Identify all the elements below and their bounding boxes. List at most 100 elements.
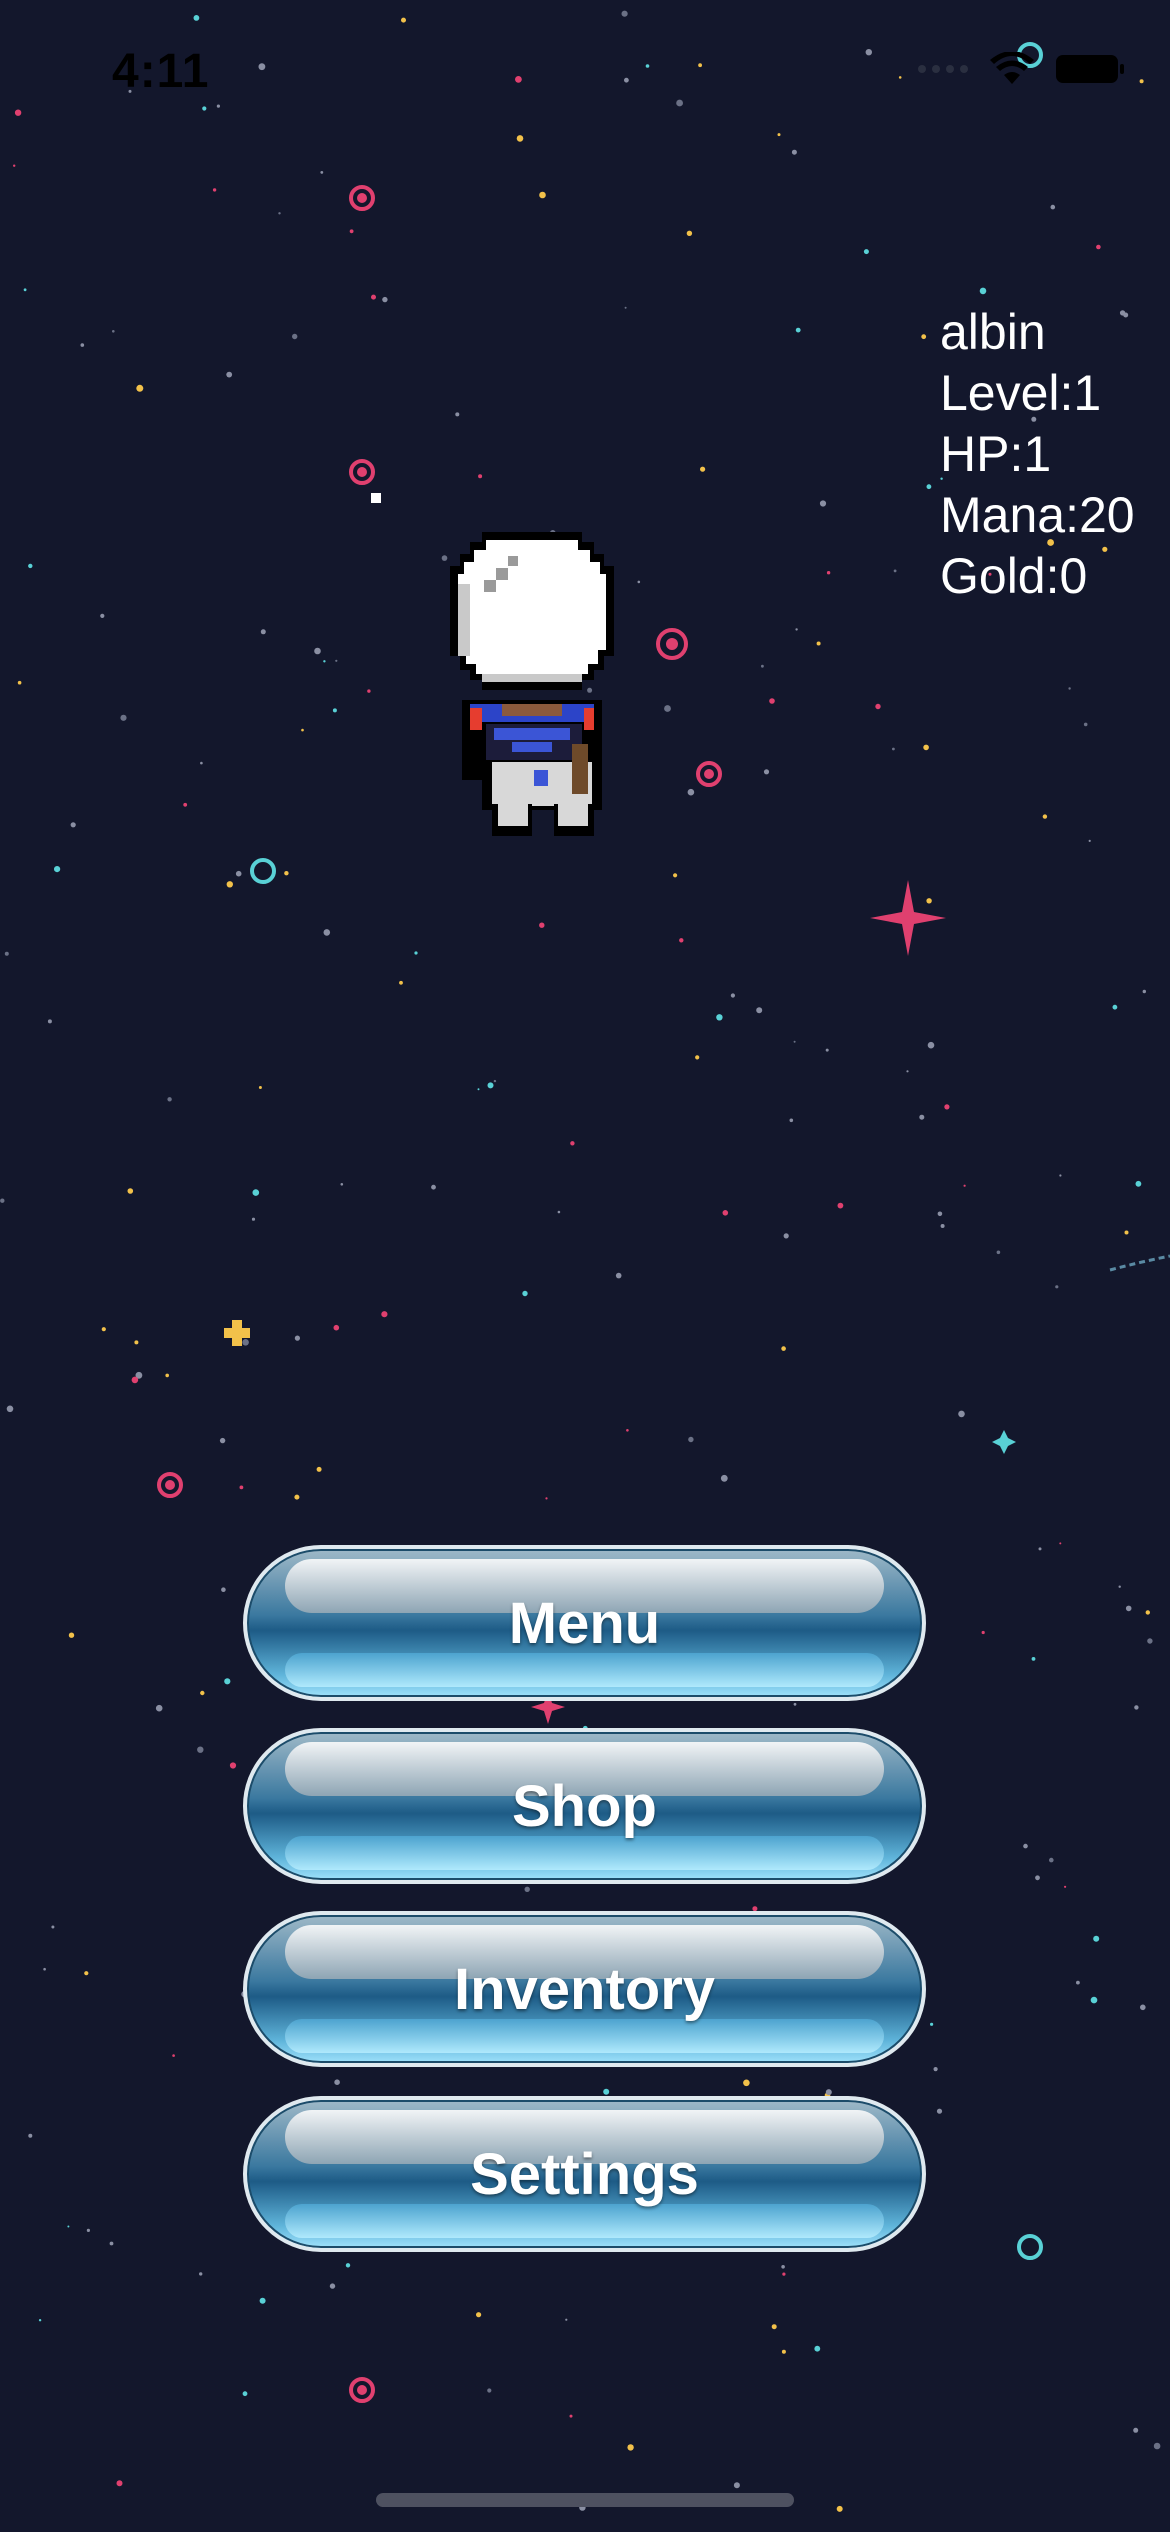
star-dot (43, 1967, 46, 1971)
star-dot (795, 628, 798, 631)
star-dot (645, 64, 650, 68)
star-dot (4, 951, 9, 956)
star-dot (1076, 1980, 1080, 1985)
star-dot (172, 2054, 175, 2057)
star-dot (963, 1184, 966, 1187)
star-dot (865, 49, 872, 56)
star-dot (252, 1189, 260, 1196)
star-dot (242, 1339, 249, 1346)
star-dot (301, 728, 304, 732)
star-dot (1090, 1996, 1098, 2004)
star-dot (239, 1485, 244, 1490)
shop-button[interactable]: Shop (243, 1728, 926, 1884)
star-dot (722, 1210, 729, 1216)
star-dot (284, 871, 289, 876)
star-dot (1147, 1638, 1153, 1644)
star-dot (771, 2324, 777, 2330)
star-dot (200, 1690, 205, 1696)
star-dot (539, 191, 546, 199)
star-dot (756, 1007, 763, 1014)
star-dot (688, 1436, 694, 1443)
star-dot (923, 744, 929, 751)
star-dot (229, 1762, 237, 1769)
star-dot (109, 2241, 114, 2246)
star-dot (1055, 1285, 1059, 1289)
player-hp: HP:1 (940, 426, 1052, 482)
star-dot (921, 334, 927, 340)
astronaut-sprite (450, 532, 614, 836)
player-level: Level:1 (940, 365, 1102, 421)
settings-button[interactable]: Settings (243, 2096, 926, 2252)
star-dot (332, 708, 337, 713)
settings-button-label: Settings (470, 2141, 699, 2207)
star-dot (116, 2480, 123, 2487)
star-dot (1096, 244, 1101, 250)
star-dot (334, 2079, 340, 2085)
star-dot (68, 1632, 75, 1638)
star-dot (414, 951, 418, 955)
star-dot (926, 898, 932, 904)
inventory-button-label: Inventory (453, 1956, 716, 2022)
star-dot (155, 1704, 163, 1712)
star-dot (781, 2265, 785, 2269)
star-dot (17, 680, 22, 685)
star-dot (67, 2225, 70, 2228)
star-dot (54, 866, 61, 873)
star-dot (13, 164, 16, 167)
star-dot (431, 1184, 436, 1190)
star-dot (603, 2088, 610, 2095)
star-dot (260, 629, 266, 635)
star-dot (1133, 2427, 1139, 2433)
star-dot (944, 1104, 950, 1110)
star-dot (101, 1327, 106, 1332)
star-dot (477, 1088, 480, 1091)
star-dot (259, 2297, 266, 2304)
star-dot (673, 873, 678, 878)
star-dot (120, 714, 127, 721)
star-dot (86, 2228, 90, 2232)
star-dot (906, 1070, 909, 1073)
shop-button-label: Shop (512, 1773, 657, 1839)
star-dot (401, 17, 406, 23)
star-dot (1050, 204, 1056, 210)
inventory-button[interactable]: Inventory (243, 1911, 926, 2067)
star-dot (730, 993, 736, 998)
star-dot (23, 288, 27, 292)
star-dot (335, 659, 338, 662)
star-dot (700, 466, 706, 472)
star-dot (487, 2388, 492, 2393)
star-dot (323, 929, 331, 936)
star-dot (199, 2272, 203, 2276)
star-dot (131, 1376, 139, 1384)
star-dot (557, 1210, 561, 1214)
star-dot (933, 2067, 938, 2072)
star-dot (816, 641, 821, 646)
star-dot (84, 1971, 89, 1976)
star-dot (1038, 1547, 1042, 1551)
star-dot (399, 980, 403, 985)
star-dot (627, 2444, 634, 2451)
star-dot (1142, 989, 1147, 994)
star-dot (1118, 1585, 1121, 1588)
star-dot (251, 1217, 256, 1221)
star-dot (919, 1114, 925, 1120)
star-dot (781, 2349, 786, 2354)
star-dot (1139, 79, 1144, 84)
star-dot (367, 689, 371, 693)
star-dot (626, 1429, 629, 1432)
star-dot (1059, 1542, 1062, 1545)
menu-button[interactable]: Menu (243, 1545, 926, 1701)
star-dot (1068, 687, 1071, 690)
star-dot (226, 881, 233, 888)
star-dot (221, 1587, 226, 1592)
star-dot (200, 761, 203, 765)
star-dot (1049, 1857, 1054, 1863)
star-dot (1064, 1885, 1067, 1888)
star-dot (80, 343, 85, 347)
star-dot (258, 63, 266, 71)
star-dot (782, 2272, 786, 2276)
star-dot (789, 1118, 794, 1123)
star-dot (345, 2263, 351, 2268)
star-dot (136, 384, 144, 392)
star-dot (1112, 1004, 1118, 1010)
